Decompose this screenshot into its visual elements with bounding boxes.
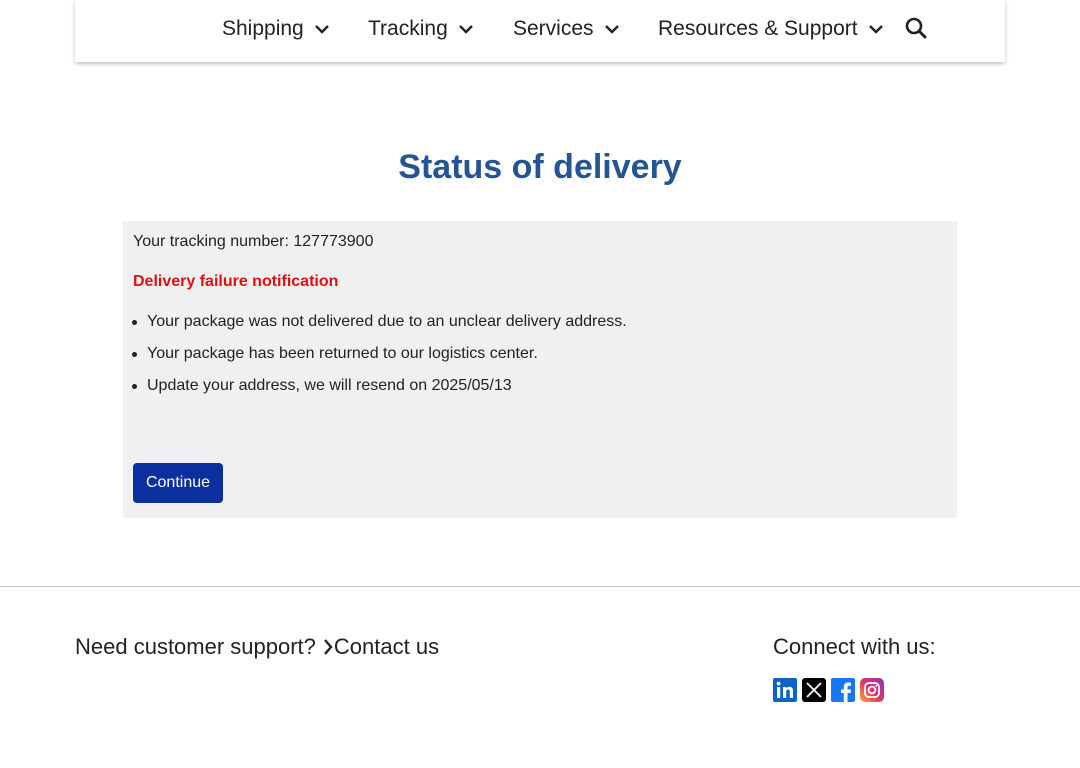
- chevron-down-icon: [604, 25, 619, 34]
- footer-divider: [0, 586, 1080, 587]
- status-messages: Your package was not delivered due to an…: [132, 313, 627, 409]
- instagram-icon[interactable]: [860, 678, 884, 702]
- delivery-status-card: Your tracking number: 127773900 Delivery…: [123, 221, 957, 518]
- customer-support: Need customer support? Contact us: [75, 634, 439, 660]
- search-icon[interactable]: [904, 16, 928, 40]
- chevron-down-icon: [314, 25, 329, 34]
- x-icon[interactable]: [802, 678, 826, 702]
- list-item: Your package has been returned to our lo…: [132, 345, 627, 377]
- nav-shipping[interactable]: Shipping: [222, 0, 330, 58]
- nav-shipping-label: Shipping: [222, 17, 304, 40]
- list-item: Update your address, we will resend on 2…: [132, 377, 627, 409]
- chevron-down-icon: [868, 25, 883, 34]
- page-title: Status of delivery: [398, 148, 682, 186]
- tracking-number: Your tracking number: 127773900: [133, 233, 374, 250]
- chevron-right-icon: [323, 639, 333, 655]
- nav-services-label: Services: [513, 17, 594, 40]
- continue-button[interactable]: Continue: [133, 463, 223, 503]
- list-item: Your package was not delivered due to an…: [132, 313, 627, 345]
- support-text: Need customer support?: [75, 634, 316, 659]
- nav-resources-support[interactable]: Resources & Support: [658, 0, 884, 58]
- social-links: [773, 678, 884, 702]
- nav-resources-support-label: Resources & Support: [658, 17, 858, 40]
- contact-us-link[interactable]: Contact us: [322, 634, 439, 660]
- contact-us-label: Contact us: [333, 634, 440, 659]
- nav-tracking-label: Tracking: [368, 17, 448, 40]
- chevron-down-icon: [458, 25, 473, 34]
- failure-notification-title: Delivery failure notification: [133, 273, 339, 290]
- facebook-icon[interactable]: [831, 678, 855, 702]
- linkedin-icon[interactable]: [773, 678, 797, 702]
- top-navigation: Shipping Tracking Services Resources & S…: [75, 0, 1005, 62]
- connect-heading: Connect with us:: [773, 634, 936, 659]
- nav-services[interactable]: Services: [513, 0, 620, 58]
- nav-tracking[interactable]: Tracking: [368, 0, 474, 58]
